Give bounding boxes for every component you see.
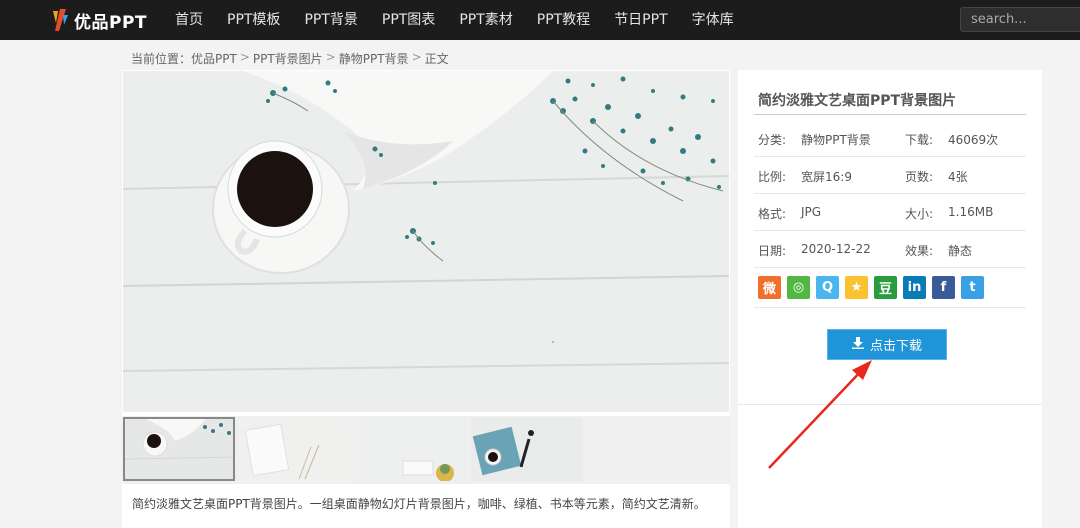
thumbnail-4[interactable] xyxy=(471,417,583,481)
info-row-date: 日期: 2020-12-22 效果: 静态 xyxy=(758,242,1038,262)
logo-mark-icon xyxy=(50,7,70,33)
divider xyxy=(754,307,1026,308)
nav-item-fonts[interactable]: 字体库 xyxy=(680,0,746,40)
qq-icon[interactable]: Q xyxy=(816,276,839,299)
info-value-size: 1.16MB xyxy=(948,205,994,219)
nav-item-ppt-backgrounds[interactable]: PPT背景 xyxy=(292,0,369,40)
preview-panel: 简约淡雅文艺桌面PPT背景图片。一组桌面静物幻灯片背景图片，咖啡、绿植、书本等元… xyxy=(122,70,730,528)
info-value-category[interactable]: 静物PPT背景 xyxy=(801,131,871,148)
breadcrumb-separator: > xyxy=(325,50,336,64)
top-navigation-bar: 优品PPT 首页 PPT模板 PPT背景 PPT图表 PPT素材 PPT教程 节… xyxy=(0,0,1080,40)
divider xyxy=(754,267,1026,268)
breadcrumb-separator: > xyxy=(411,50,422,64)
thumbnail-1[interactable] xyxy=(123,417,235,481)
info-label: 日期: xyxy=(758,244,787,258)
facebook-icon[interactable]: f xyxy=(932,276,955,299)
info-value-downloads: 46069次 xyxy=(948,133,999,147)
thumbnail-strip xyxy=(122,416,730,484)
linkedin-icon[interactable]: in xyxy=(903,276,926,299)
info-row-format: 格式: JPG 大小: 1.16MB xyxy=(758,205,1038,225)
info-value-date: 2020-12-22 xyxy=(801,242,871,256)
twitter-icon[interactable]: t xyxy=(961,276,984,299)
thumbnail-2[interactable] xyxy=(239,417,351,481)
divider xyxy=(754,230,1026,231)
detail-title: 简约淡雅文艺桌面PPT背景图片 xyxy=(758,93,957,109)
breadcrumb-item-ppt-backgrounds[interactable]: PPT背景图片 xyxy=(253,50,323,67)
info-label: 比例: xyxy=(758,170,787,184)
weibo-icon[interactable]: 微 xyxy=(758,276,781,299)
info-value-ratio: 宽屏16:9 xyxy=(801,170,852,184)
thumbnail-3[interactable] xyxy=(355,417,467,481)
breadcrumb-item-home[interactable]: 当前位置：优品PPT xyxy=(131,50,237,67)
annotation-arrow xyxy=(768,360,872,469)
wechat-icon[interactable]: ◎ xyxy=(787,276,810,299)
title-divider xyxy=(754,114,1026,115)
breadcrumb-separator: > xyxy=(239,50,250,64)
info-row-category: 分类: 静物PPT背景 下载: 46069次 xyxy=(758,131,1038,151)
info-label: 页数: xyxy=(905,170,934,184)
image-description: 简约淡雅文艺桌面PPT背景图片。一组桌面静物幻灯片背景图片，咖啡、绿植、书本等元… xyxy=(132,497,706,511)
search-input[interactable] xyxy=(960,7,1080,32)
breadcrumb: 当前位置：优品PPT > PPT背景图片 > 静物PPT背景 > 正文 xyxy=(131,50,449,67)
breadcrumb-item-current: 正文 xyxy=(424,52,449,66)
info-row-ratio: 比例: 宽屏16:9 页数: 4张 xyxy=(758,168,1038,188)
download-label: 点击下载 xyxy=(869,339,922,354)
main-preview-image xyxy=(123,71,729,412)
info-value-pages: 4张 xyxy=(948,170,968,184)
logo-text: 优品PPT xyxy=(74,12,148,33)
nav-item-ppt-charts[interactable]: PPT图表 xyxy=(370,0,447,40)
info-label: 格式: xyxy=(758,207,787,221)
divider xyxy=(754,193,1026,194)
nav-item-ppt-templates[interactable]: PPT模板 xyxy=(215,0,292,40)
nav-item-ppt-materials[interactable]: PPT素材 xyxy=(447,0,524,40)
divider xyxy=(754,156,1026,157)
info-value-format: JPG xyxy=(801,205,822,219)
breadcrumb-item-still-life[interactable]: 静物PPT背景 xyxy=(339,50,409,67)
info-label: 下载: xyxy=(905,133,934,147)
nav-item-ppt-tutorials[interactable]: PPT教程 xyxy=(525,0,602,40)
main-nav: 首页 PPT模板 PPT背景 PPT图表 PPT素材 PPT教程 节日PPT 字… xyxy=(163,0,746,40)
download-icon xyxy=(851,336,864,353)
douban-icon[interactable]: 豆 xyxy=(874,276,897,299)
info-label: 分类: xyxy=(758,133,787,147)
share-buttons: 微 ◎ Q ★ 豆 in f t xyxy=(758,276,984,299)
nav-item-holiday-ppt[interactable]: 节日PPT xyxy=(602,0,679,40)
info-label: 效果: xyxy=(905,244,934,258)
info-label: 大小: xyxy=(905,207,934,221)
nav-item-home[interactable]: 首页 xyxy=(163,0,215,40)
site-logo[interactable]: 优品PPT xyxy=(50,6,147,34)
info-value-effect: 静态 xyxy=(948,244,973,258)
qzone-icon[interactable]: ★ xyxy=(845,276,868,299)
